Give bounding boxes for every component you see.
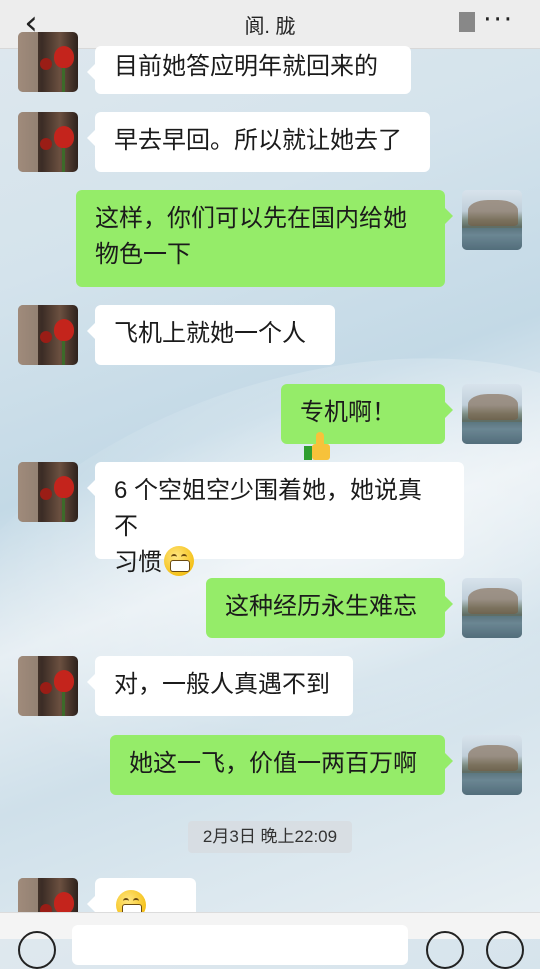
input-bar: [0, 912, 540, 969]
contact-avatar[interactable]: [18, 112, 78, 172]
chat-title-text: 阆. 胧: [244, 16, 296, 38]
grin-emoji-icon: [164, 546, 194, 576]
contact-avatar[interactable]: [18, 305, 78, 365]
thumbs-up-icon: [304, 432, 334, 462]
message-text: 这种经历永生难忘: [225, 593, 417, 620]
contact-avatar[interactable]: [18, 656, 78, 716]
chat-header: ‹ 阆. 胧 ···: [0, 0, 540, 49]
voice-toggle-icon[interactable]: [18, 931, 56, 969]
message-bubble-received[interactable]: 6 个空姐空少围着她，她说真不 习惯: [87, 462, 464, 576]
message-bubble-received[interactable]: 飞机上就她一个人: [87, 305, 335, 365]
message-input[interactable]: [72, 925, 408, 965]
message-text: 她这一飞，价值一两百万啊: [129, 750, 417, 777]
message-text-line: 这样，你们可以先在国内给她: [95, 205, 407, 232]
message-bubble-sent[interactable]: 这种经历永生难忘: [206, 578, 453, 638]
message-text: 飞机上就她一个人: [114, 320, 306, 347]
message-text-line: 习惯: [114, 549, 162, 576]
my-avatar[interactable]: [462, 578, 522, 638]
message-bubble-received[interactable]: 早去早回。所以就让她去了: [87, 112, 430, 172]
my-avatar[interactable]: [462, 190, 522, 250]
timestamp: 2月3日 晚上22:09: [188, 821, 352, 853]
message-text: 目前她答应明年就回来的: [114, 53, 378, 80]
message-bubble-sent[interactable]: 她这一飞，价值一两百万啊: [110, 735, 453, 795]
message-text: 对，一般人真遇不到: [114, 671, 330, 698]
message-bubble-received[interactable]: 对，一般人真遇不到: [87, 656, 353, 716]
contact-avatar[interactable]: [18, 462, 78, 522]
message-bubble-sent[interactable]: 这样，你们可以先在国内给她 物色一下: [76, 190, 453, 287]
title-redaction: [459, 12, 475, 32]
contact-avatar[interactable]: [18, 32, 78, 92]
message-text: 早去早回。所以就让她去了: [114, 127, 402, 154]
my-avatar[interactable]: [462, 384, 522, 444]
message-text: 专机啊！: [300, 399, 396, 426]
my-avatar[interactable]: [462, 735, 522, 795]
message-text-line: 6 个空姐空少围着她，她说真不: [114, 477, 423, 540]
message-text-line: 物色一下: [95, 241, 191, 268]
message-bubble-received[interactable]: 目前她答应明年就回来的: [87, 46, 411, 94]
message-bubble-sent[interactable]: 专机啊！: [281, 384, 453, 460]
chat-title: 阆. 胧: [200, 10, 475, 38]
emoji-picker-icon[interactable]: [426, 931, 464, 969]
plus-icon[interactable]: [486, 931, 524, 969]
more-dots-icon[interactable]: ···: [483, 7, 514, 33]
